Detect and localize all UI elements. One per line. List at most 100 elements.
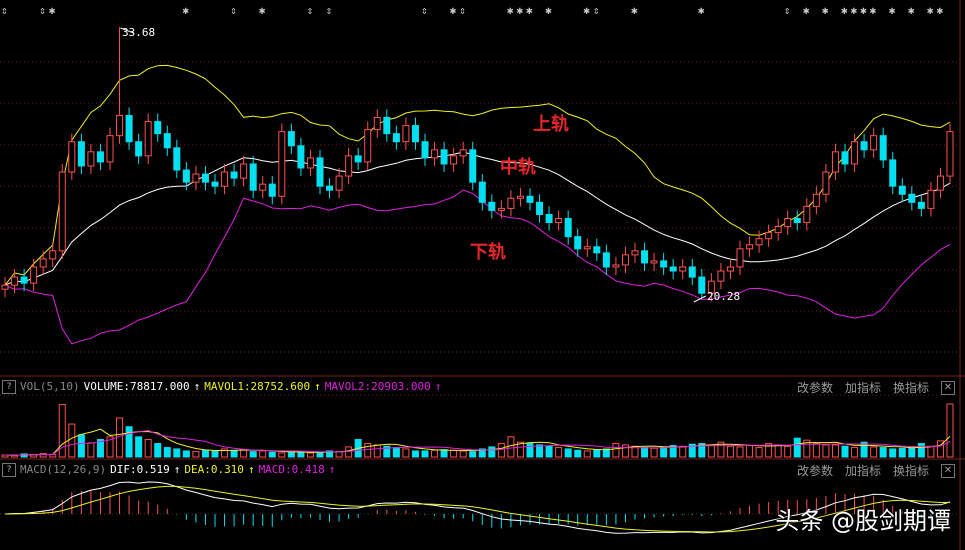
- volume-bar: [287, 451, 295, 458]
- volume-bar: [144, 439, 152, 458]
- candle-body: [602, 252, 610, 268]
- info-marker-icon[interactable]: ✱: [803, 4, 810, 17]
- info-marker-icon[interactable]: ⇕: [39, 4, 46, 17]
- candle-body: [431, 149, 439, 159]
- info-marker-icon[interactable]: ✱: [851, 4, 858, 17]
- high-price-label: 33.68: [122, 26, 156, 39]
- volume-bar: [488, 446, 496, 458]
- info-marker-icon[interactable]: ✱: [49, 4, 56, 17]
- candle-body: [106, 135, 114, 163]
- volume-bar: [402, 448, 410, 458]
- candle-body: [612, 264, 620, 268]
- volume-bar: [927, 445, 935, 458]
- volume-bar: [784, 445, 792, 458]
- close-icon[interactable]: ✕: [941, 380, 955, 395]
- volume-bar: [593, 449, 601, 458]
- info-marker-icon[interactable]: ✱: [889, 4, 896, 17]
- candle-body: [679, 266, 687, 272]
- candle-body: [469, 149, 477, 183]
- volume-bar: [306, 452, 314, 458]
- volume-bar: [135, 436, 143, 458]
- volume-bar: [870, 446, 878, 458]
- info-marker-icon[interactable]: ⇕: [421, 4, 428, 17]
- info-marker-icon[interactable]: ✱: [870, 4, 877, 17]
- switch-indicator-button[interactable]: 换指标: [893, 381, 929, 395]
- info-marker-icon[interactable]: ✱: [841, 4, 848, 17]
- info-marker-icon[interactable]: ✱: [545, 4, 552, 17]
- info-marker-icon[interactable]: ✱: [526, 4, 533, 17]
- volume-bar: [793, 437, 801, 458]
- volume-bar: [201, 449, 209, 458]
- info-marker-icon[interactable]: ✱: [860, 4, 867, 17]
- candle-body: [736, 248, 744, 268]
- candle-body: [77, 141, 85, 167]
- volume-bar: [373, 444, 381, 458]
- candle-body: [478, 181, 486, 203]
- close-icon[interactable]: ✕: [941, 463, 955, 478]
- candle-body: [908, 193, 916, 203]
- volume-bar: [831, 444, 839, 458]
- volume-bar: [746, 445, 754, 458]
- volume-bar: [879, 447, 887, 458]
- volume-bar: [240, 449, 248, 458]
- info-marker-icon[interactable]: ✱: [698, 4, 705, 17]
- candle-body: [574, 236, 582, 250]
- volume-bar: [163, 447, 171, 458]
- candle-body: [536, 201, 544, 215]
- info-marker-icon[interactable]: ⇕: [459, 4, 466, 17]
- info-marker-icon[interactable]: ✱: [927, 4, 934, 17]
- info-marker-icon[interactable]: ✱: [507, 4, 514, 17]
- info-marker-icon[interactable]: ⇕: [230, 4, 237, 17]
- modify-params-button[interactable]: 改参数: [797, 464, 833, 478]
- info-marker-icon[interactable]: ✱: [583, 4, 590, 17]
- volume-bar: [230, 449, 238, 458]
- volume-bar: [917, 443, 925, 458]
- candle-body: [450, 155, 458, 165]
- info-marker-icon[interactable]: ⇕: [593, 4, 600, 17]
- candle-body: [746, 244, 754, 250]
- switch-indicator-button[interactable]: 换指标: [893, 464, 929, 478]
- help-button[interactable]: ?: [2, 380, 16, 394]
- candle-body: [392, 133, 400, 143]
- volume-bar: [364, 443, 372, 458]
- volume-bar: [822, 444, 830, 458]
- help-button[interactable]: ?: [2, 463, 16, 477]
- info-marker-icon[interactable]: ⇕: [326, 4, 333, 17]
- info-marker-icon[interactable]: ✱: [450, 4, 457, 17]
- candle-body: [698, 276, 706, 294]
- info-marker-icon[interactable]: ✱: [182, 4, 189, 17]
- volume-bar: [851, 447, 859, 458]
- info-marker-icon[interactable]: ✱: [259, 4, 266, 17]
- candle-body: [58, 171, 66, 252]
- info-marker-icon[interactable]: ✱: [822, 4, 829, 17]
- add-indicator-button[interactable]: 加指标: [845, 464, 881, 478]
- volume-bar: [459, 450, 467, 458]
- candle-body: [688, 266, 696, 278]
- add-indicator-button[interactable]: 加指标: [845, 381, 881, 395]
- volume-bar: [736, 446, 744, 458]
- volume-bar: [564, 448, 572, 458]
- candle-body: [116, 114, 124, 137]
- volume-bar: [612, 443, 620, 458]
- volume-bar: [392, 447, 400, 458]
- candle-body: [326, 185, 334, 191]
- info-marker-icon[interactable]: ✱: [936, 4, 943, 17]
- modify-params-button[interactable]: 改参数: [797, 381, 833, 395]
- info-marker-icon[interactable]: ⇕: [1, 4, 8, 17]
- candle-body: [927, 189, 935, 209]
- info-marker-icon[interactable]: ✱: [516, 4, 523, 17]
- volume-bar: [545, 445, 553, 458]
- info-marker-icon[interactable]: ✱: [631, 4, 638, 17]
- candle-body: [96, 151, 104, 163]
- volume-bar: [192, 451, 200, 458]
- info-marker-icon[interactable]: ✱: [908, 4, 915, 17]
- volume-bar: [440, 449, 448, 458]
- candle-body: [249, 163, 257, 191]
- candle-body: [497, 207, 505, 211]
- candle-body: [287, 131, 295, 147]
- candle-body: [221, 171, 229, 187]
- mavol2-value: MAVOL2:20903.000: [324, 380, 431, 393]
- candle-body: [87, 151, 95, 167]
- info-marker-icon[interactable]: ⇕: [784, 4, 791, 17]
- info-marker-icon[interactable]: ⇕: [306, 4, 313, 17]
